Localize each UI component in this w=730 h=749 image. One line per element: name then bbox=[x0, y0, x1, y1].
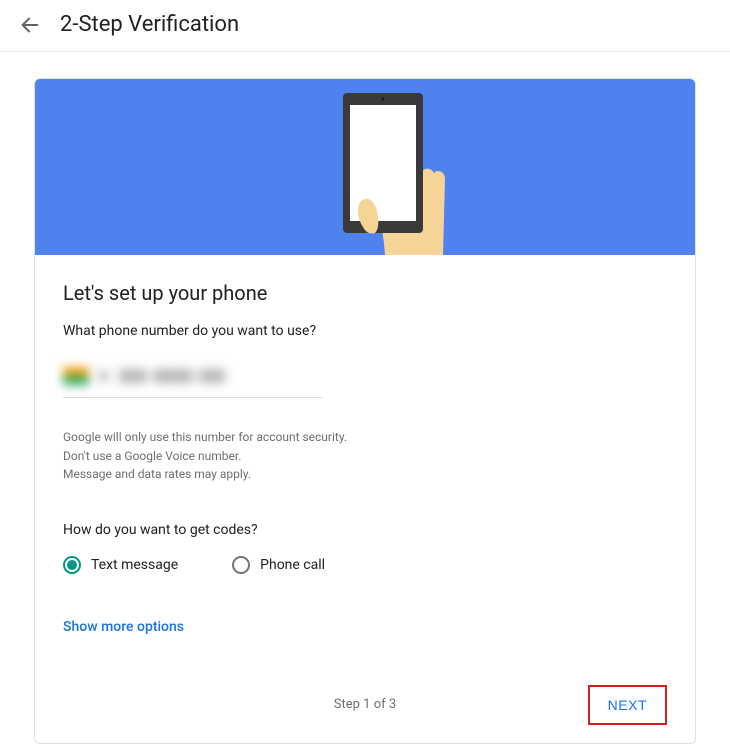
input-underline bbox=[63, 397, 323, 398]
next-button[interactable]: NEXT bbox=[588, 685, 667, 725]
back-arrow-icon[interactable] bbox=[18, 13, 42, 37]
codes-heading: How do you want to get codes? bbox=[63, 522, 667, 538]
info-text: Google will only use this number for acc… bbox=[63, 428, 667, 484]
country-flag-icon bbox=[63, 367, 89, 385]
setup-heading: Let's set up your phone bbox=[63, 281, 667, 305]
radio-unselected-icon bbox=[232, 556, 250, 574]
info-line-2: Don't use a Google Voice number. bbox=[63, 447, 667, 466]
page-title: 2-Step Verification bbox=[60, 12, 239, 37]
radio-selected-icon bbox=[63, 556, 81, 574]
info-line-3: Message and data rates may apply. bbox=[63, 465, 667, 484]
setup-card: Let's set up your phone What phone numbe… bbox=[34, 78, 696, 744]
info-line-1: Google will only use this number for acc… bbox=[63, 428, 667, 447]
setup-subheading: What phone number do you want to use? bbox=[63, 323, 667, 339]
radio-phone-call[interactable]: Phone call bbox=[232, 556, 325, 574]
radio-text-label: Text message bbox=[91, 557, 178, 573]
step-indicator: Step 1 of 3 bbox=[334, 697, 396, 712]
show-more-options-link[interactable]: Show more options bbox=[63, 619, 184, 635]
phone-input[interactable] bbox=[63, 367, 323, 391]
dropdown-caret-icon bbox=[99, 371, 109, 381]
phone-number-value bbox=[119, 369, 225, 383]
hero-illustration bbox=[35, 79, 695, 255]
radio-text-message[interactable]: Text message bbox=[63, 556, 178, 574]
radio-call-label: Phone call bbox=[260, 557, 325, 573]
